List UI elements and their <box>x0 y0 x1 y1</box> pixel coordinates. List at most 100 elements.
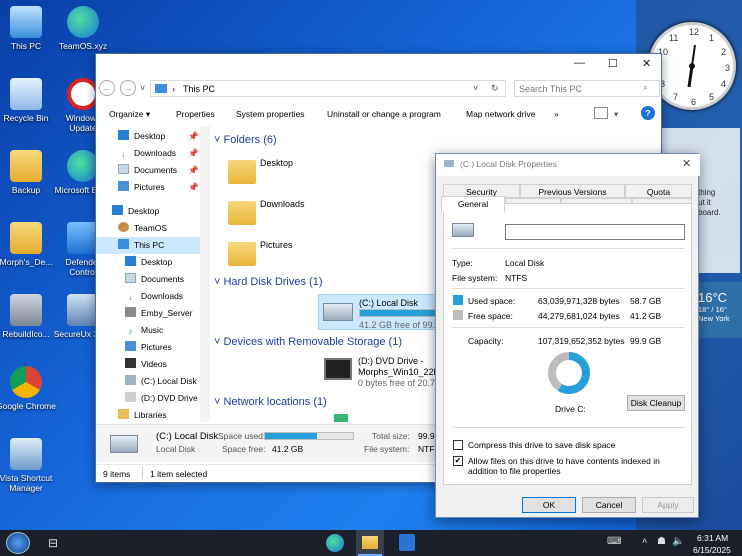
start-orb-icon[interactable] <box>6 532 30 554</box>
help-icon[interactable]: ? <box>641 106 655 120</box>
section-removable-storage[interactable]: ˅ Devices with Removable Storage (1) <box>214 336 402 348</box>
view-options-icon[interactable] <box>594 107 608 119</box>
compress-label: Compress this drive to save disk space <box>468 440 616 450</box>
drive-d-name: (D:) DVD Drive - <box>358 356 424 366</box>
refresh-icon[interactable]: ↻ <box>491 83 499 94</box>
speaker-icon[interactable]: 🔈 <box>672 536 684 547</box>
store-icon[interactable] <box>399 534 415 551</box>
tab-general[interactable]: General <box>441 196 505 212</box>
section-network-locations[interactable]: ˅ Network locations (1) <box>214 396 327 408</box>
nav-item-documents[interactable]: Documents 📌 <box>96 162 200 179</box>
dialog-title: (C:) Local Disk Properties <box>460 159 557 169</box>
desktop-icon-teamos[interactable]: TeamOS.xyz <box>52 6 114 51</box>
folder-downloads[interactable]: Downloads <box>228 195 308 229</box>
nav-item-libraries[interactable]: Libraries <box>96 407 200 422</box>
folder-desktop[interactable]: Desktop <box>228 154 308 188</box>
desktop-icon-this-pc[interactable]: This PC <box>0 6 57 51</box>
file-system-label: File system: <box>452 273 498 283</box>
nav-item-desktop[interactable]: Desktop 📌 <box>96 128 200 145</box>
network-location-icon[interactable] <box>334 414 348 422</box>
nav-item-videos[interactable]: Videos <box>96 356 200 373</box>
drive-label-input[interactable] <box>505 224 685 240</box>
nav-label: Emby_Server <box>141 308 193 318</box>
system-properties-button[interactable]: System properties <box>236 109 305 119</box>
map-network-drive-button[interactable]: Map network drive <box>466 109 535 119</box>
computer-icon <box>118 239 129 249</box>
nav-item-this-pc[interactable]: This PC <box>96 237 200 254</box>
desktop-icon-chrome[interactable]: Google Chrome <box>0 366 57 411</box>
nav-item-music[interactable]: ♪ Music <box>96 322 200 339</box>
nav-item-desktop-root[interactable]: Desktop <box>96 203 200 220</box>
breadcrumb-separator: › <box>172 84 175 94</box>
file-system-label: File system: <box>364 444 410 454</box>
chevron-down-icon[interactable]: ˅ <box>140 83 145 93</box>
pictures-icon <box>118 181 129 191</box>
taskbar-time[interactable]: 6:31 AM <box>697 533 728 543</box>
search-input[interactable]: Search This PC ⌕ <box>514 80 660 97</box>
more-commands-button[interactable]: » <box>554 109 559 119</box>
compress-checkbox[interactable] <box>453 440 463 450</box>
disk-cleanup-button[interactable]: Disk Cleanup <box>627 395 685 411</box>
maximize-icon[interactable]: ☐ <box>608 57 618 70</box>
uninstall-program-button[interactable]: Uninstall or change a program <box>327 109 441 119</box>
minimize-icon[interactable]: — <box>574 57 585 69</box>
search-placeholder: Search This PC <box>519 84 582 94</box>
folder-pictures[interactable]: Pictures <box>228 236 308 270</box>
desktop-icon-vista-shortcut[interactable]: Vista Shortcut Manager <box>0 438 57 493</box>
total-size-value: 99.9 <box>418 431 435 441</box>
desktop-icon-label: RebuildIco... <box>2 329 50 339</box>
forward-arrow-icon[interactable]: → <box>120 80 136 96</box>
chevron-down-icon[interactable]: ▾ <box>614 109 618 120</box>
nav-item-emby-server[interactable]: Emby_Server <box>96 305 200 322</box>
organize-button[interactable]: Organize ▾ <box>109 109 150 120</box>
nav-item-teamos[interactable]: TeamOS <box>96 220 200 237</box>
tab-quota[interactable]: Quota <box>625 184 692 198</box>
taskbar-date[interactable]: 6/15/2025 <box>693 545 731 555</box>
section-hard-disk-drives[interactable]: ˅ Hard Disk Drives (1) <box>214 276 323 288</box>
gadget-note-line: board. <box>698 208 721 217</box>
nav-item-pc-downloads[interactable]: ↓ Downloads <box>96 288 200 305</box>
section-folders[interactable]: ˅ Folders (6) <box>214 134 277 146</box>
chevron-down-icon[interactable]: ˅ <box>473 83 478 93</box>
nav-scrollbar[interactable] <box>200 126 210 422</box>
close-icon[interactable]: ✕ <box>642 57 651 70</box>
folder-label: Desktop <box>260 158 294 168</box>
divider <box>452 327 685 328</box>
nav-item-pictures[interactable]: Pictures 📌 <box>96 179 200 196</box>
cancel-button[interactable]: Cancel <box>582 497 636 513</box>
desktop-icon-recycle-bin[interactable]: Recycle Bin <box>0 78 57 123</box>
explorer-taskbar-button[interactable] <box>356 530 384 556</box>
pin-icon[interactable]: 📌 <box>188 179 199 196</box>
address-field[interactable]: › This PC ˅ ↻ <box>150 80 506 97</box>
chevron-up-icon[interactable]: ˄ <box>642 536 647 546</box>
back-arrow-icon[interactable]: ← <box>99 80 115 96</box>
desktop-icon-morphs[interactable]: Morph's_De... <box>0 222 57 267</box>
index-checkbox[interactable]: ✔ <box>453 456 463 466</box>
capacity-label: Capacity: <box>468 336 504 346</box>
task-view-icon[interactable]: ⊟ <box>48 536 58 550</box>
tab-previous-versions[interactable]: Previous Versions <box>520 184 625 198</box>
nav-item-pc-documents[interactable]: Documents <box>96 271 200 288</box>
desktop-icon-backup[interactable]: Backup <box>0 150 57 195</box>
user-folder-icon <box>125 307 136 317</box>
nav-item-c-drive[interactable]: (C:) Local Disk <box>96 373 200 390</box>
nav-label: Videos <box>141 359 167 369</box>
apply-button[interactable]: Apply <box>642 497 694 513</box>
nav-item-downloads[interactable]: ↓ Downloads 📌 <box>96 145 200 162</box>
close-icon[interactable]: ✕ <box>682 157 691 170</box>
ok-button[interactable]: OK <box>522 497 576 513</box>
nav-item-pc-pictures[interactable]: Pictures <box>96 339 200 356</box>
pin-icon[interactable]: 📌 <box>188 145 199 162</box>
explorer-titlebar[interactable]: — ☐ ✕ <box>96 54 661 76</box>
nav-item-d-drive[interactable]: (D:) DVD Drive - <box>96 390 200 407</box>
edge-taskbar-icon[interactable] <box>326 534 344 552</box>
properties-button[interactable]: Properties <box>176 109 215 119</box>
space-used-label: Space used: <box>218 431 266 441</box>
pin-icon[interactable]: 📌 <box>188 162 199 179</box>
desktop-icon-rebuildico[interactable]: RebuildIco... <box>0 294 57 339</box>
keyboard-icon[interactable]: ⌨ <box>607 536 621 547</box>
pin-icon[interactable]: 📌 <box>188 128 199 145</box>
dialog-titlebar[interactable]: (C:) Local Disk Properties ✕ <box>436 154 700 176</box>
nav-item-pc-desktop[interactable]: Desktop <box>96 254 200 271</box>
network-icon[interactable]: ☗ <box>657 536 666 547</box>
